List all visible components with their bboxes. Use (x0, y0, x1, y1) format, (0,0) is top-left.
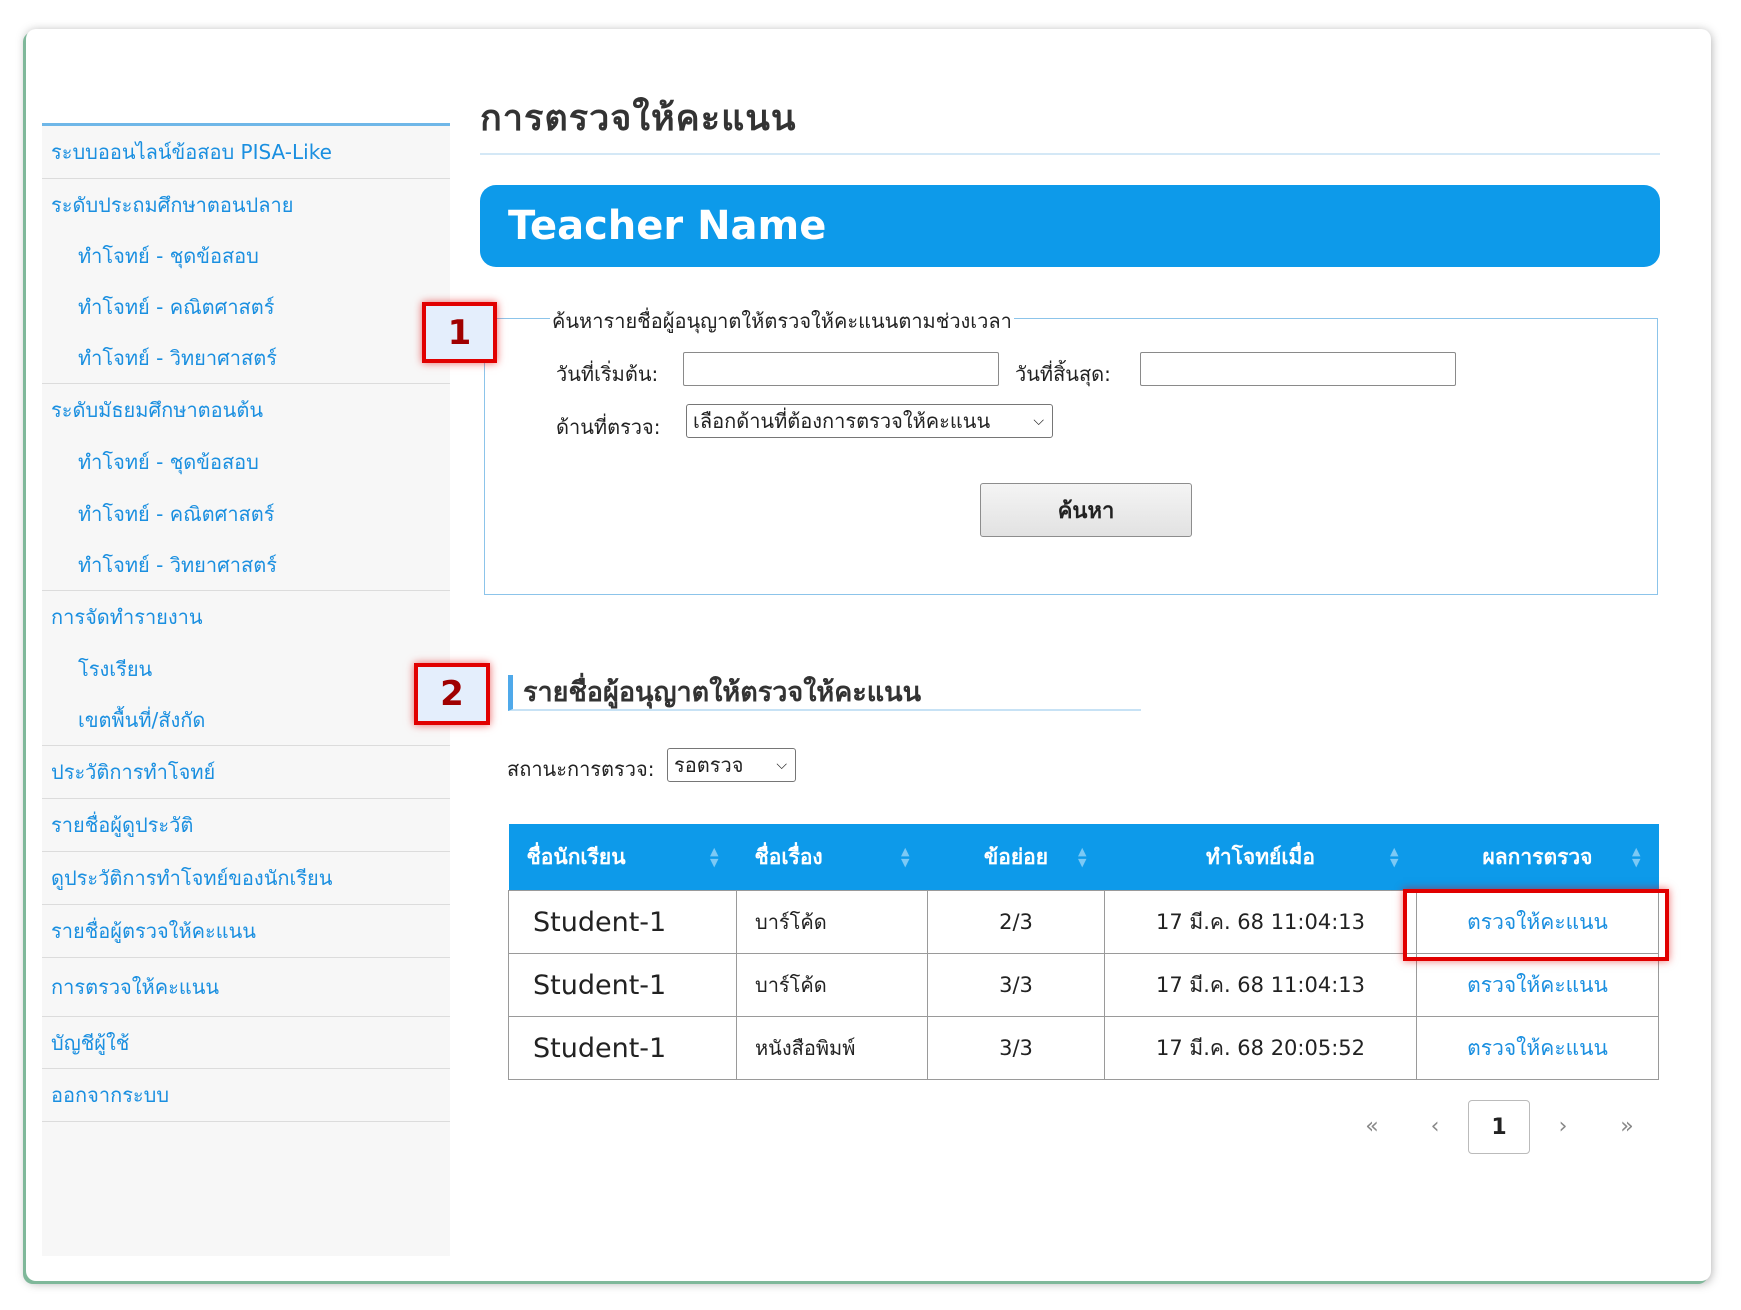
column-header-submitted[interactable]: ทำโจทย์เมื่อ ▲ ▼ (1104, 824, 1417, 891)
nav-item-logout[interactable]: ออกจากระบบ (42, 1069, 450, 1122)
cell-subject: หนังสือพิมพ์ (736, 1016, 928, 1080)
pagination-last[interactable]: » (1597, 1100, 1657, 1152)
cell-item: 3/3 (927, 1016, 1105, 1080)
results-section-title: รายชื่อผู้อนุญาตให้ตรวจให้คะแนน (508, 675, 1141, 711)
teacher-name-banner: Teacher Name (480, 185, 1660, 267)
aspect-label: ด้านที่ตรวจ: (556, 415, 661, 439)
status-select-value: รอตรวจ (674, 753, 744, 777)
column-header-result[interactable]: ผลการตรวจ ▲ ▼ (1416, 824, 1659, 891)
sort-arrows-icon[interactable]: ▲ ▼ (901, 846, 909, 868)
nav-item-reports[interactable]: การจัดทำรายงาน (42, 591, 450, 643)
table-row: Student-1 หนังสือพิมพ์ 3/3 17 มี.ค. 68 2… (508, 1016, 1659, 1080)
end-date-input[interactable] (1140, 352, 1456, 386)
column-header-item[interactable]: ข้อย่อย ▲ ▼ (927, 824, 1105, 891)
table-row: Student-1 บาร์โค้ด 3/3 17 มี.ค. 68 11:04… (508, 953, 1659, 1017)
end-date-label: วันที่สิ้นสุด: (1015, 362, 1111, 386)
cell-student: Student-1 (508, 890, 737, 954)
column-header-subject[interactable]: ชื่อเรื่อง ▲ ▼ (736, 824, 928, 891)
column-header-student[interactable]: ชื่อนักเรียน ▲ ▼ (508, 824, 737, 891)
nav-item-grading[interactable]: การตรวจให้คะแนน (42, 958, 450, 1017)
start-date-input[interactable] (683, 352, 999, 386)
aspect-select[interactable]: เลือกด้านที่ต้องการตรวจให้คะแนน ⌵ (686, 404, 1053, 438)
aspect-select-value: เลือกด้านที่ต้องการตรวจให้คะแนน (693, 409, 991, 433)
pagination-first[interactable]: « (1342, 1100, 1402, 1152)
pagination-next[interactable]: › (1533, 1100, 1593, 1152)
start-date-label: วันที่เริ่มต้น: (556, 362, 659, 386)
chevron-down-icon: ⌵ (1033, 413, 1044, 429)
nav-item-report-area[interactable]: เขตพื้นที่/สังกัด (42, 694, 450, 746)
cell-item: 3/3 (927, 953, 1105, 1017)
nav-item-primary-science[interactable]: ทำโจทย์ - วิทยาศาสตร์ (42, 332, 450, 384)
chevron-down-icon: ⌵ (776, 757, 787, 773)
cell-result: ตรวจให้คะแนน (1416, 1016, 1659, 1080)
nav-item-pisa-online[interactable]: ระบบออนไลน์ข้อสอบ PISA-Like (42, 126, 450, 179)
search-button[interactable]: ค้นหา (980, 483, 1192, 537)
nav-item-primary-math[interactable]: ทำโจทย์ - คณิตศาสตร์ (42, 281, 450, 332)
cell-subject: บาร์โค้ด (736, 890, 928, 954)
nav-item-user-account[interactable]: บัญชีผู้ใช้ (42, 1017, 450, 1069)
status-select[interactable]: รอตรวจ ⌵ (667, 748, 796, 782)
callout-marker-1: 1 (422, 302, 497, 363)
cell-submitted: 17 มี.ค. 68 20:05:52 (1104, 1016, 1417, 1080)
grade-link-highlight (1403, 889, 1669, 961)
nav-item-secondary-testset[interactable]: ทำโจทย์ - ชุดข้อสอบ (42, 436, 450, 488)
nav-item-history-viewers[interactable]: รายชื่อผู้ดูประวัติ (42, 799, 450, 852)
nav-item-practice-history[interactable]: ประวัติการทำโจทย์ (42, 746, 450, 799)
cell-student: Student-1 (508, 953, 737, 1017)
callout-marker-2: 2 (414, 663, 490, 725)
nav-item-primary-testset[interactable]: ทำโจทย์ - ชุดข้อสอบ (42, 230, 450, 281)
search-legend: ค้นหารายชื่อผู้อนุญาตให้ตรวจให้คะแนนตามช… (550, 305, 1014, 337)
sort-arrows-icon[interactable]: ▲ ▼ (1632, 846, 1640, 868)
table-header-row: ชื่อนักเรียน ▲ ▼ ชื่อเรื่อง ▲ ▼ ข้อย่อย ▲ ▼… (508, 824, 1659, 891)
nav-item-lower-secondary[interactable]: ระดับมัธยมศึกษาตอนต้น (42, 384, 450, 436)
nav-item-secondary-math[interactable]: ทำโจทย์ - คณิตศาสตร์ (42, 488, 450, 539)
grade-link[interactable]: ตรวจให้คะแนน (1467, 1036, 1608, 1060)
pagination-prev[interactable]: ‹ (1405, 1100, 1465, 1152)
nav-item-student-history[interactable]: ดูประวัติการทำโจทย์ของนักเรียน (42, 852, 450, 905)
cell-result: ตรวจให้คะแนน (1416, 953, 1659, 1017)
grade-link[interactable]: ตรวจให้คะแนน (1467, 973, 1608, 997)
status-label: สถานะการตรวจ: (507, 757, 655, 781)
cell-student: Student-1 (508, 1016, 737, 1080)
page-title: การตรวจให้คะแนน (480, 85, 1660, 155)
nav-item-primary-upper[interactable]: ระดับประถมศึกษาตอนปลาย (42, 179, 450, 230)
sort-arrows-icon[interactable]: ▲ ▼ (710, 846, 718, 868)
sort-arrows-icon[interactable]: ▲ ▼ (1390, 846, 1398, 868)
cell-submitted: 17 มี.ค. 68 11:04:13 (1104, 953, 1417, 1017)
cell-submitted: 17 มี.ค. 68 11:04:13 (1104, 890, 1417, 954)
sidebar-nav: ระบบออนไลน์ข้อสอบ PISA-Like ระดับประถมศึ… (42, 123, 450, 1256)
pagination-current-page[interactable]: 1 (1468, 1100, 1530, 1154)
nav-item-report-school[interactable]: โรงเรียน (42, 643, 450, 694)
sort-arrows-icon[interactable]: ▲ ▼ (1078, 846, 1086, 868)
cell-subject: บาร์โค้ด (736, 953, 928, 1017)
nav-item-grader-list[interactable]: รายชื่อผู้ตรวจให้คะแนน (42, 905, 450, 958)
cell-item: 2/3 (927, 890, 1105, 954)
nav-item-secondary-science[interactable]: ทำโจทย์ - วิทยาศาสตร์ (42, 539, 450, 591)
